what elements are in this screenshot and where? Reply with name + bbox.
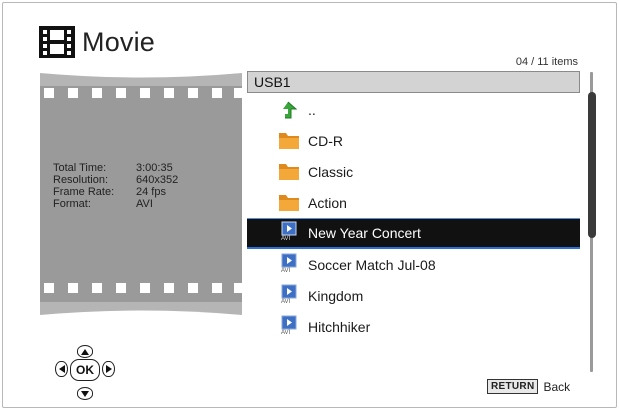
film-icon xyxy=(38,24,76,60)
list-item-movie[interactable]: AVI Soccer Match Jul-08 xyxy=(247,249,580,280)
list-item-folder[interactable]: CD-R xyxy=(247,125,580,156)
item-label: Kingdom xyxy=(308,287,364,304)
arrow-right-icon xyxy=(105,365,112,373)
up-arrow-icon xyxy=(279,98,299,122)
list-item-movie[interactable]: AVI Hitchhiker xyxy=(247,311,580,342)
folder-icon xyxy=(279,129,299,153)
item-label: New Year Concert xyxy=(308,225,421,241)
avi-caption: AVI xyxy=(281,329,291,336)
dpad-up-button[interactable] xyxy=(77,345,93,358)
avi-file-icon: AVI xyxy=(279,284,299,308)
item-label: CD-R xyxy=(308,132,343,149)
list-item-folder[interactable]: Action xyxy=(247,187,580,218)
info-label: Resolution: xyxy=(53,174,109,186)
info-row-resolution: Resolution: 640x352 xyxy=(53,174,178,186)
item-label: Soccer Match Jul-08 xyxy=(308,256,436,273)
info-label: Total Time: xyxy=(53,162,107,174)
item-label: Action xyxy=(308,194,347,211)
info-value: AVI xyxy=(136,198,153,210)
media-info: Total Time: 3:00:35 Resolution: 640x352 … xyxy=(53,162,178,210)
arrow-down-icon xyxy=(81,390,89,397)
scrollbar-thumb[interactable] xyxy=(588,92,596,238)
arrow-up-icon xyxy=(81,348,89,355)
list-item-movie[interactable]: AVI Kingdom xyxy=(247,280,580,311)
avi-file-icon: AVI xyxy=(279,253,299,277)
info-label: Frame Rate: xyxy=(53,186,115,198)
arrow-left-icon xyxy=(58,365,65,373)
avi-caption: AVI xyxy=(281,298,291,305)
info-value: 24 fps xyxy=(136,186,166,198)
info-value: 640x352 xyxy=(136,174,179,186)
dpad-hint: OK xyxy=(55,345,119,401)
return-hint[interactable]: RETURN Back xyxy=(487,379,570,394)
info-row-frame-rate: Frame Rate: 24 fps xyxy=(53,186,178,198)
return-key: RETURN xyxy=(487,379,539,394)
avi-file-icon: AVI xyxy=(279,221,299,245)
info-label: Format: xyxy=(53,198,91,210)
file-list: .. CD-R Classic Action AVI New Year Conc… xyxy=(247,94,580,342)
dpad-right-button[interactable] xyxy=(102,361,115,377)
list-item-folder[interactable]: Classic xyxy=(247,156,580,187)
folder-icon xyxy=(279,160,299,184)
page-header: Movie xyxy=(38,22,155,62)
return-label: Back xyxy=(543,379,571,394)
avi-file-icon: AVI xyxy=(279,315,299,339)
list-item-movie-selected[interactable]: AVI New Year Concert xyxy=(247,218,580,249)
item-label: Hitchhiker xyxy=(308,318,371,335)
folder-icon xyxy=(279,191,299,215)
avi-caption: AVI xyxy=(281,236,291,242)
list-item-parent-folder[interactable]: .. xyxy=(247,94,580,125)
info-value: 3:00:35 xyxy=(136,162,173,174)
info-row-format: Format: AVI xyxy=(53,198,178,210)
preview-panel: Total Time: 3:00:35 Resolution: 640x352 … xyxy=(40,70,242,318)
avi-caption: AVI xyxy=(281,267,291,274)
item-label: Classic xyxy=(308,163,354,180)
dpad-left-button[interactable] xyxy=(55,361,68,377)
item-label: .. xyxy=(308,101,316,118)
page-title: Movie xyxy=(82,26,156,57)
info-row-total-time: Total Time: 3:00:35 xyxy=(53,162,178,174)
item-counter: 04 / 11 items xyxy=(515,56,578,68)
dpad-ok-button[interactable]: OK xyxy=(70,359,100,381)
current-path: USB1 xyxy=(247,71,580,93)
dpad-down-button[interactable] xyxy=(77,387,93,400)
